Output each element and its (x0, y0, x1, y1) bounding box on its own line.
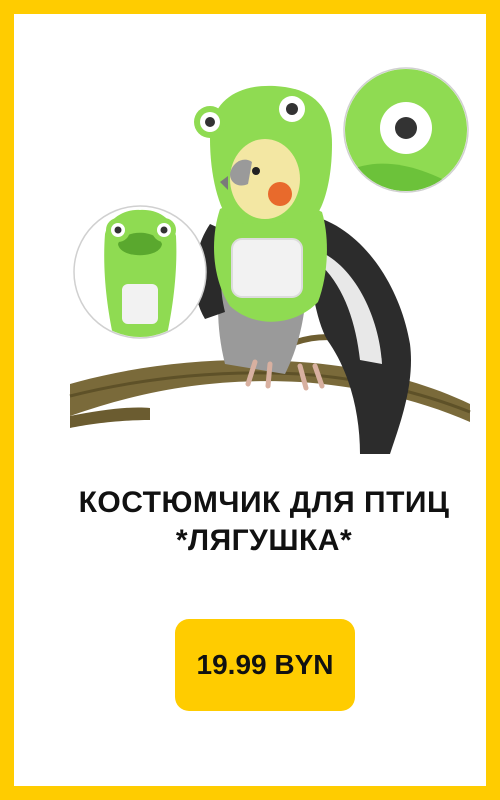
product-card: КОСТЮМЧИК ДЛЯ ПТИЦ *ЛЯГУШКА* 19.99 BYN (0, 0, 500, 800)
product-title-line2: *ЛЯГУШКА* (175, 524, 353, 557)
product-title[interactable]: КОСТЮМЧИК ДЛЯ ПТИЦ *ЛЯГУШКА* (14, 484, 500, 560)
hood-eye-closeup (343, 67, 469, 193)
product-photo[interactable] (60, 44, 480, 464)
costume-closeup (73, 205, 207, 339)
product-title-line1: КОСТЮМЧИК ДЛЯ ПТИЦ (78, 486, 450, 519)
price-button[interactable]: 19.99 BYN (175, 619, 355, 711)
